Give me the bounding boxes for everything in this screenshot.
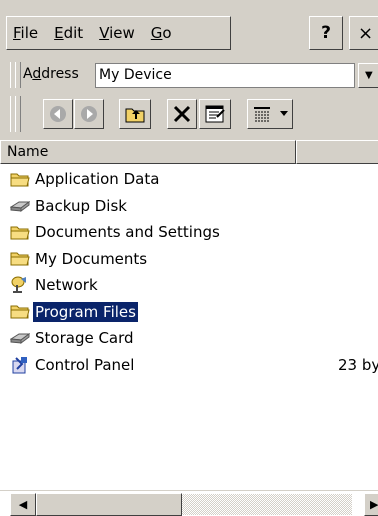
close-button[interactable]: × bbox=[349, 16, 378, 50]
properties-button[interactable] bbox=[199, 99, 231, 129]
menu-view-label: iew bbox=[109, 24, 135, 42]
control-panel-icon bbox=[9, 355, 31, 375]
file-name: Program Files bbox=[32, 300, 139, 323]
toolbar bbox=[0, 90, 378, 140]
address-label-a: A bbox=[23, 66, 33, 82]
left-arrow-icon: ◀ bbox=[18, 498, 28, 511]
folder-icon bbox=[9, 169, 31, 189]
close-icon: × bbox=[358, 22, 374, 44]
folder-up-icon bbox=[125, 108, 145, 123]
details-view-icon bbox=[254, 107, 270, 122]
scroll-thumb[interactable] bbox=[36, 493, 182, 516]
file-row[interactable]: Application Data bbox=[0, 166, 378, 193]
address-label-rest: dress bbox=[41, 66, 79, 82]
scroll-track[interactable] bbox=[182, 494, 352, 515]
file-row[interactable]: Backup Disk bbox=[0, 193, 378, 220]
address-label-mnemonic: d bbox=[32, 66, 42, 82]
list-header: Name bbox=[0, 140, 378, 164]
network-icon bbox=[9, 275, 31, 295]
file-name: Documents and Settings bbox=[35, 223, 220, 242]
menu-group: File Edit View Go bbox=[6, 16, 231, 50]
right-arrow-icon bbox=[81, 106, 97, 122]
file-row[interactable]: Program Files bbox=[0, 299, 378, 326]
file-name: Network bbox=[35, 276, 98, 295]
views-button[interactable] bbox=[247, 99, 293, 129]
menu-edit-label: dit bbox=[63, 24, 84, 42]
file-list: Application Data Backup Disk Documents and… bbox=[0, 166, 378, 378]
menu-edit-mnemonic: E bbox=[54, 24, 64, 42]
menu-view[interactable]: View bbox=[99, 24, 135, 42]
forward-button[interactable] bbox=[74, 99, 104, 129]
menu-file-label: ile bbox=[20, 24, 39, 42]
column-header-name[interactable]: Name bbox=[0, 140, 296, 164]
toolbar-grip-2[interactable] bbox=[15, 96, 21, 132]
file-name: Storage Card bbox=[35, 329, 134, 348]
file-name: My Documents bbox=[35, 249, 148, 268]
folder-icon bbox=[9, 249, 31, 269]
file-row[interactable]: Storage Card bbox=[0, 325, 378, 352]
menu-go[interactable]: Go bbox=[151, 24, 172, 42]
file-name: Application Data bbox=[35, 170, 160, 189]
storage-card-icon bbox=[9, 328, 31, 348]
menu-bar: File Edit View Go ? × bbox=[0, 0, 378, 60]
address-dropdown-button[interactable]: ▼ bbox=[358, 63, 378, 88]
menu-go-mnemonic: G bbox=[150, 24, 163, 42]
scroll-right-button[interactable]: ▶ bbox=[364, 493, 378, 516]
file-row[interactable]: Control Panel 23 by bbox=[0, 352, 378, 379]
dropdown-arrow-icon bbox=[280, 111, 288, 116]
menu-edit[interactable]: Edit bbox=[54, 24, 83, 42]
file-row[interactable]: My Documents bbox=[0, 246, 378, 273]
folder-icon bbox=[9, 302, 31, 322]
back-button[interactable] bbox=[43, 99, 73, 129]
delete-x-icon bbox=[173, 105, 191, 123]
menu-go-label: o bbox=[162, 24, 172, 42]
scroll-left-button[interactable]: ◀ bbox=[10, 493, 36, 516]
file-size: 23 by bbox=[338, 355, 378, 374]
storage-card-icon bbox=[9, 196, 31, 216]
properties-icon bbox=[205, 105, 225, 123]
horizontal-scrollbar[interactable]: ◀ ▶ bbox=[0, 490, 378, 516]
column-header-size[interactable] bbox=[296, 140, 378, 164]
up-folder-button[interactable] bbox=[119, 99, 151, 129]
address-input[interactable]: My Device bbox=[95, 63, 355, 88]
delete-button[interactable] bbox=[167, 99, 197, 129]
address-grip-2[interactable] bbox=[15, 62, 21, 88]
menu-view-mnemonic: V bbox=[99, 24, 110, 42]
right-arrow-icon: ▶ bbox=[370, 498, 378, 511]
help-label: ? bbox=[321, 23, 331, 43]
address-label: Address bbox=[23, 66, 79, 82]
file-name: Backup Disk bbox=[35, 196, 127, 215]
file-row[interactable]: Network bbox=[0, 272, 378, 299]
help-button[interactable]: ? bbox=[309, 16, 343, 50]
menu-file-mnemonic: F bbox=[13, 24, 21, 42]
chevron-down-icon: ▼ bbox=[365, 70, 373, 81]
left-arrow-icon bbox=[50, 106, 66, 122]
address-bar: Address My Device ▼ bbox=[0, 60, 378, 90]
file-row[interactable]: Documents and Settings bbox=[0, 219, 378, 246]
folder-icon bbox=[9, 222, 31, 242]
menu-file[interactable]: File bbox=[13, 24, 38, 42]
file-name: Control Panel bbox=[35, 355, 135, 374]
